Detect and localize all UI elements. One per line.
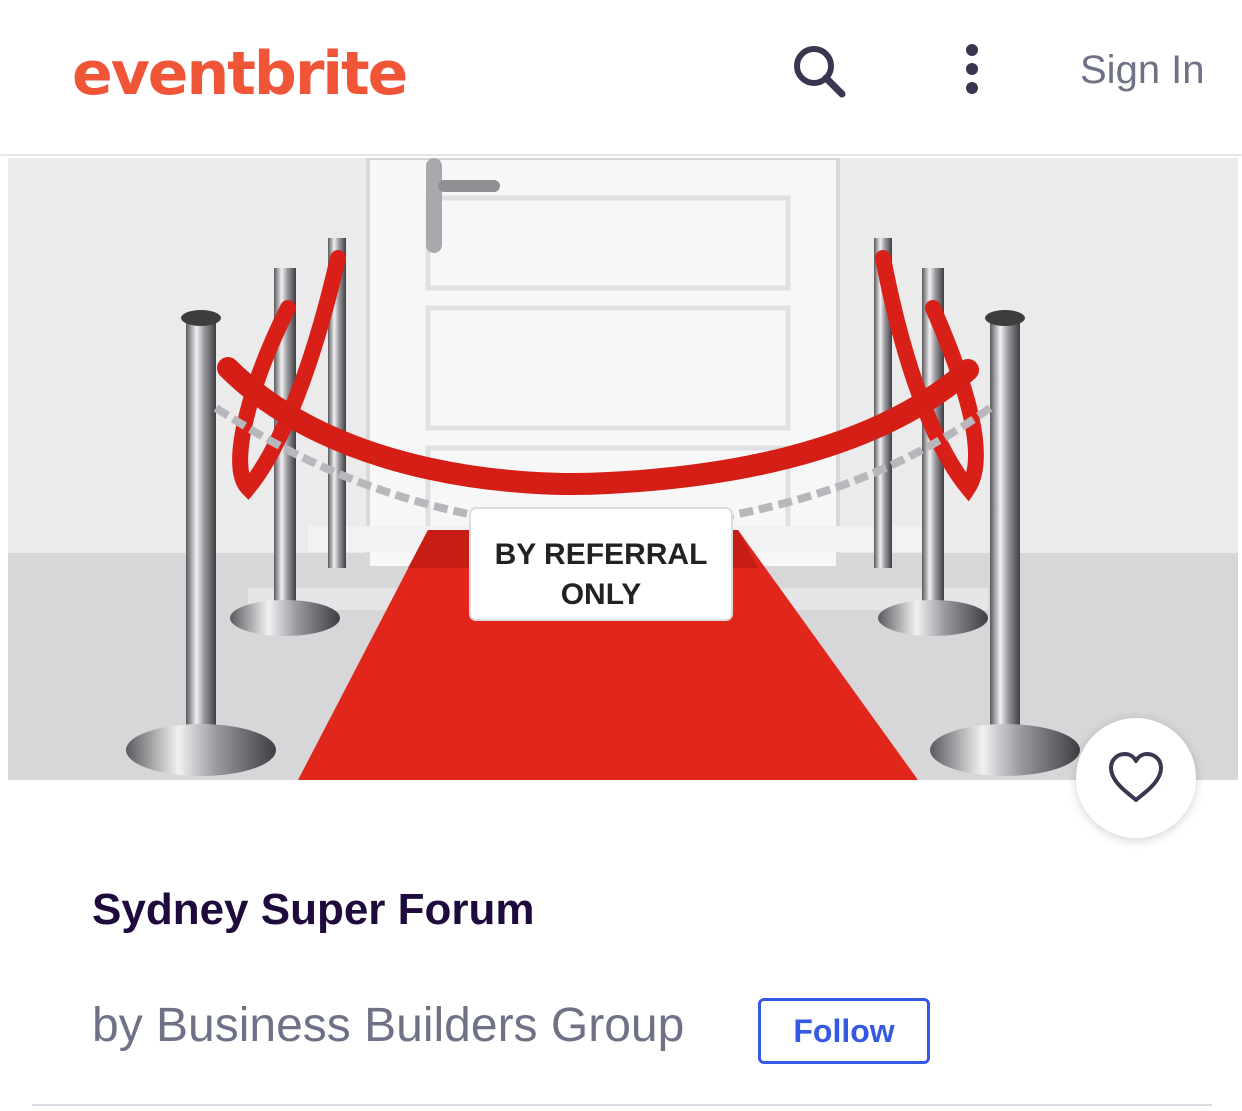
divider bbox=[32, 1104, 1212, 1106]
favorite-button[interactable] bbox=[1076, 718, 1196, 838]
top-bar: eventbrite Sign In bbox=[0, 0, 1242, 156]
more-vertical-icon[interactable] bbox=[944, 40, 1000, 104]
follow-button[interactable]: Follow bbox=[758, 998, 930, 1064]
sign-text-line1: BY REFERRAL bbox=[495, 538, 708, 571]
search-icon[interactable] bbox=[788, 40, 852, 104]
sign-text-line2: ONLY bbox=[561, 578, 642, 611]
event-hero-image: BY REFERRAL ONLY bbox=[8, 158, 1238, 780]
eventbrite-logo[interactable]: eventbrite bbox=[72, 36, 408, 112]
heart-icon bbox=[1109, 752, 1163, 802]
organizer-name[interactable]: by Business Builders Group bbox=[92, 996, 684, 1056]
event-title: Sydney Super Forum bbox=[92, 885, 535, 934]
sign-in-link[interactable]: Sign In bbox=[1080, 44, 1205, 96]
